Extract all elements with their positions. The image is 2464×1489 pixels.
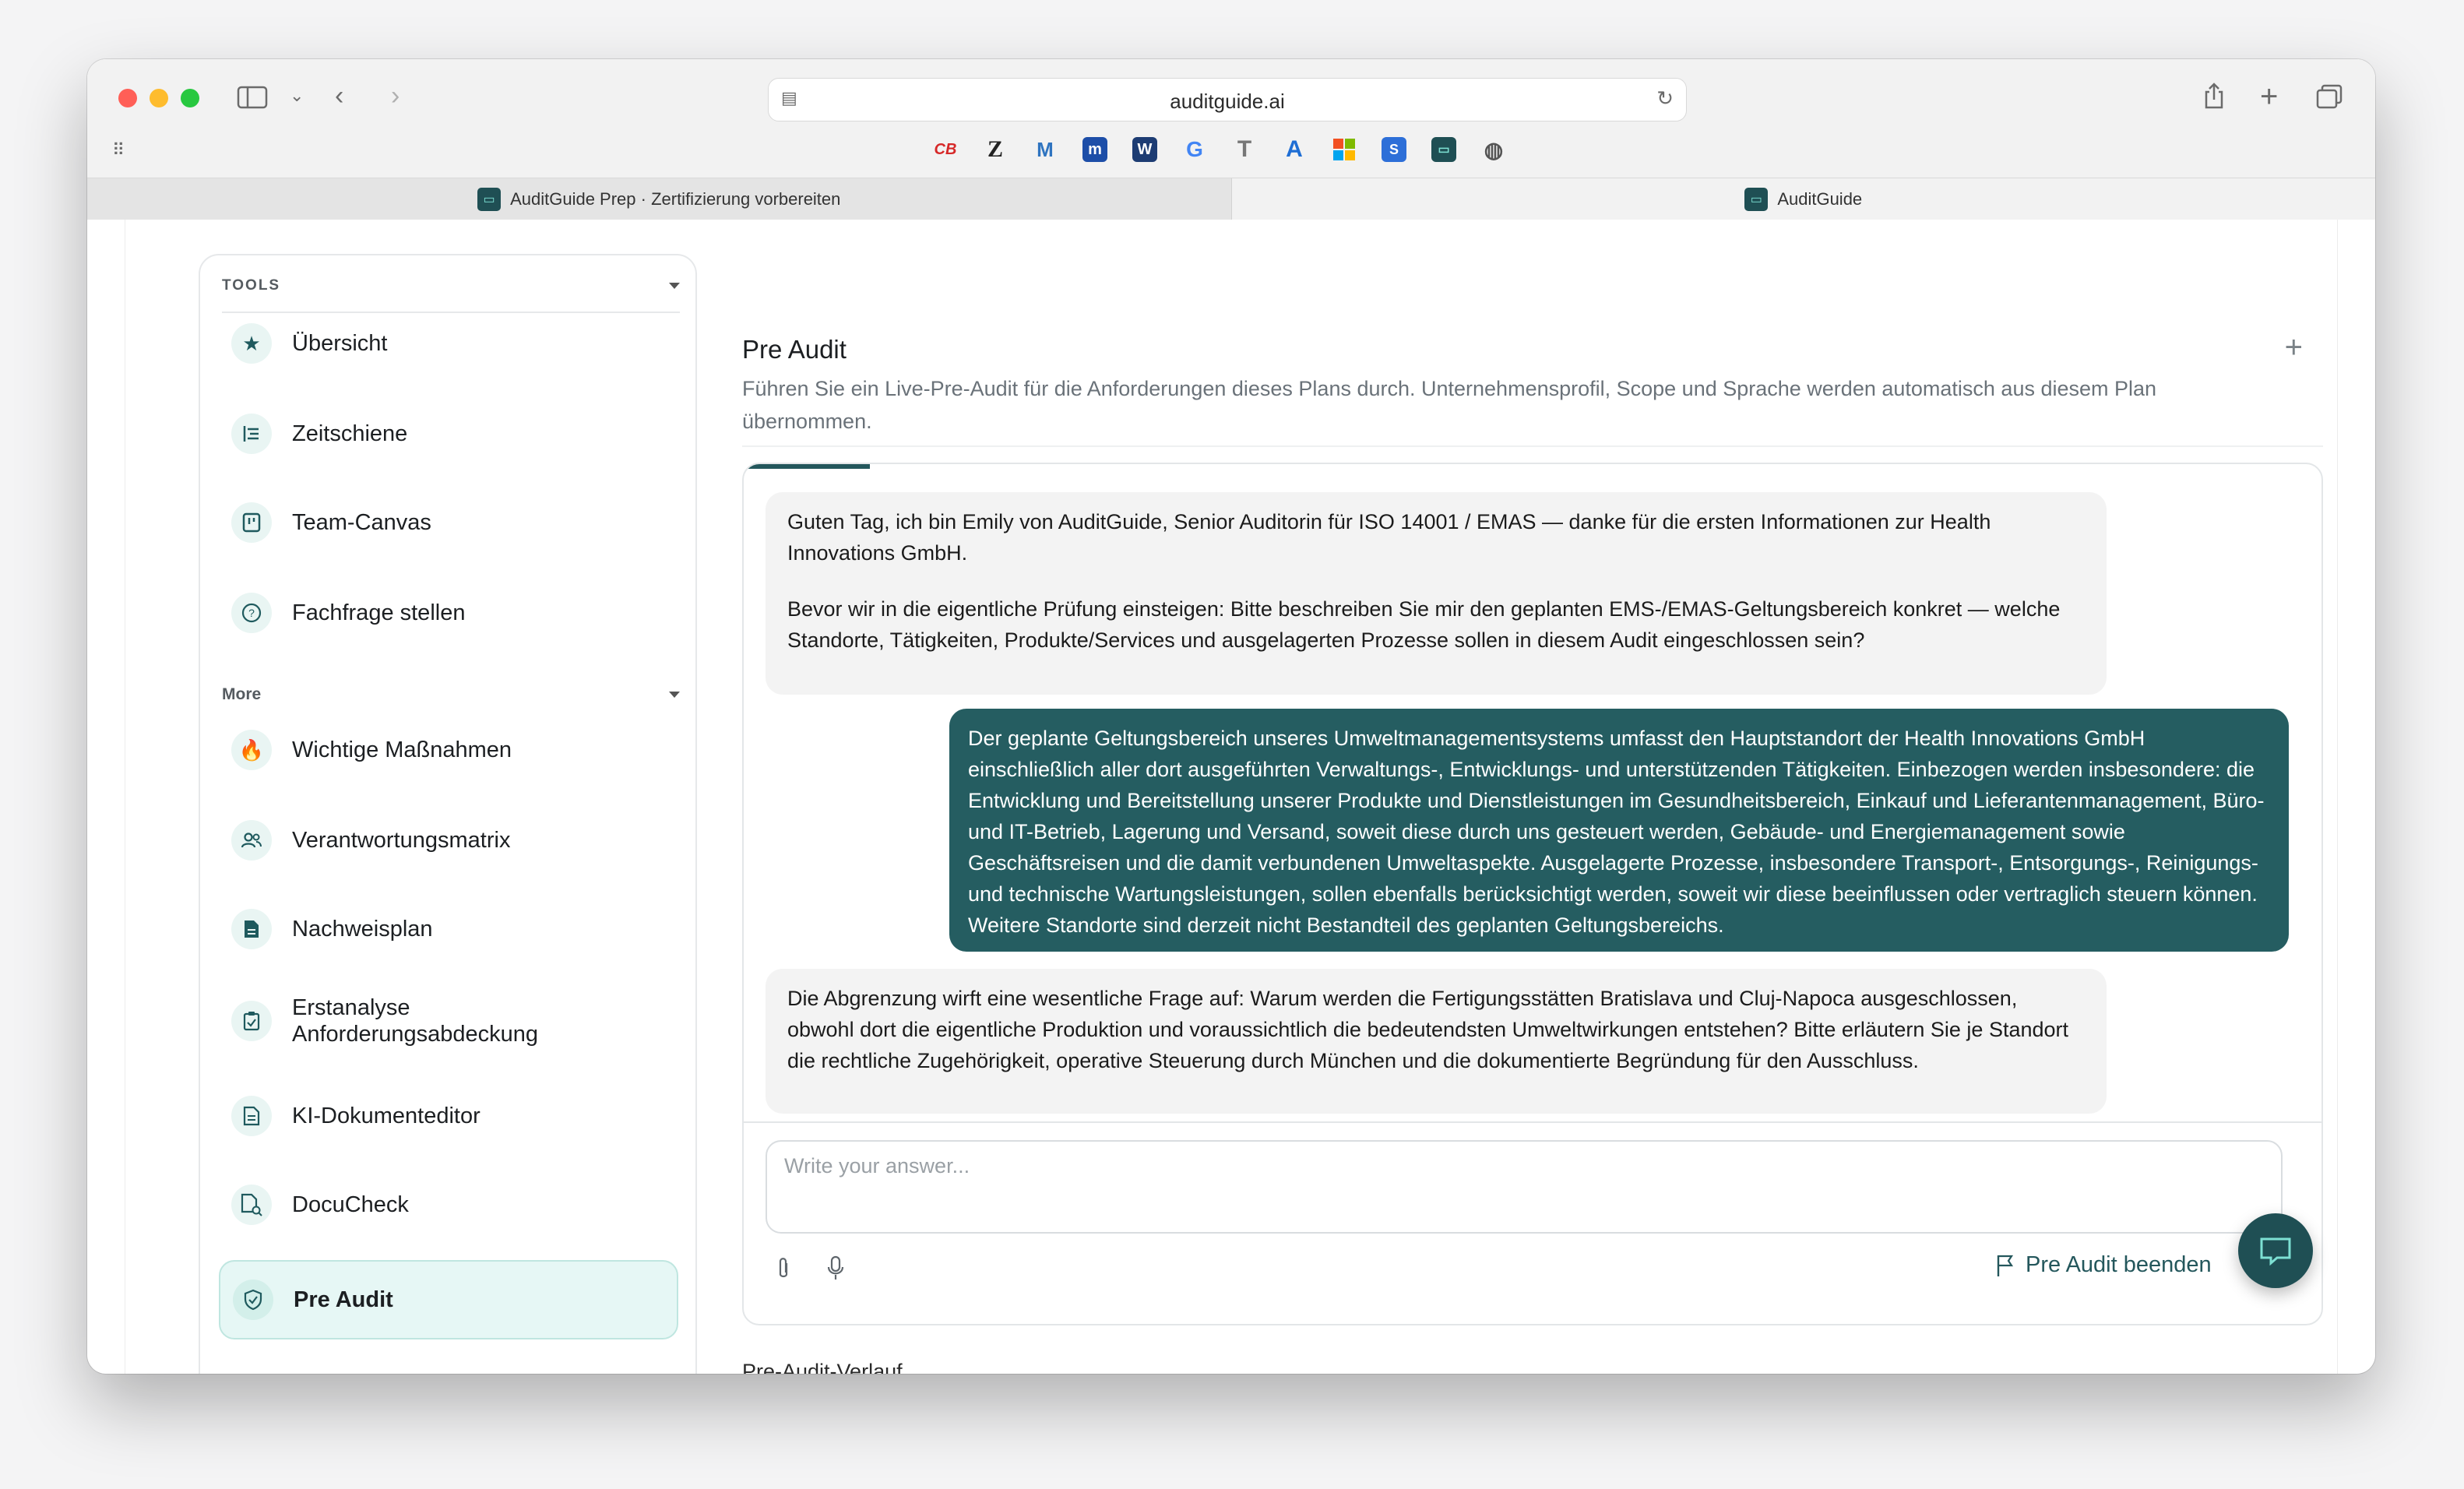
grid-icon[interactable]: ⠿ [112,142,125,159]
zoom-window-button[interactable] [181,89,199,107]
message-paragraph: Die Abgrenzung wirft eine wesentliche Fr… [787,987,2069,1072]
tab-label: AuditGuide [1777,188,1863,209]
chevron-down-icon[interactable]: ⌄ [290,87,304,104]
favorite-a-icon[interactable]: A [1282,136,1307,162]
sidebar-item-ki-dokumenteditor[interactable]: KI-Dokumenteditor [219,1076,678,1156]
chat-container: Guten Tag, ich bin Emily von AuditGuide,… [742,463,2323,1325]
back-arrow-icon[interactable]: ‹ [335,83,343,109]
favorite-auditguide-icon[interactable]: ▭ [1431,137,1456,162]
favorite-globe-icon[interactable]: ◍ [1481,137,1506,162]
more-section-header[interactable]: More [222,685,680,704]
canvas-icon [231,502,272,543]
auditguide-favicon-icon: ▭ [477,187,502,211]
page-title: Pre Audit [742,335,847,364]
sidebar-item-pre-audit[interactable]: Pre Audit [219,1260,678,1339]
composer: Pre Audit beenden [744,1121,2321,1324]
section-heading-peek: Pre-Audit-Verlauf [742,1360,903,1374]
favorite-z-icon[interactable]: Z [983,136,1008,162]
chat-icon [2260,1237,2291,1265]
assistant-message: Die Abgrenzung wirft eine wesentliche Fr… [766,969,2107,1114]
share-icon[interactable] [2202,83,2226,114]
sidebar-item-fachfrage-stellen[interactable]: ? Fachfrage stellen [219,573,678,653]
tools-heading: TOOLS [222,277,281,294]
add-icon[interactable]: + [2285,332,2303,363]
end-pre-audit-label: Pre Audit beenden [2026,1252,2212,1277]
document-search-icon [231,1185,272,1225]
users-icon [231,820,272,861]
forward-arrow-icon[interactable]: › [391,83,400,109]
favorite-cb-icon[interactable]: CB [933,137,958,162]
svg-text:?: ? [248,607,255,619]
end-pre-audit-button[interactable]: Pre Audit beenden [1996,1252,2212,1278]
user-message: Der geplante Geltungsbereich unseres Umw… [949,709,2289,952]
chat-assistant-button[interactable] [2238,1213,2313,1288]
assistant-message: Guten Tag, ich bin Emily von AuditGuide,… [766,492,2107,695]
flag-icon [1997,1255,2014,1276]
page-subtitle: Führen Sie ein Live-Pre-Audit für die An… [742,377,2157,433]
clipboard-check-icon [231,1001,272,1041]
question-icon: ? [231,593,272,633]
favorite-google-icon[interactable]: G [1182,137,1207,162]
microphone-icon[interactable] [826,1255,845,1288]
edit-document-icon [231,1096,272,1136]
more-heading: More [222,685,262,703]
sidebar-item-docucheck[interactable]: DocuCheck [219,1165,678,1244]
browser-chrome: ⌄ ‹ › ⠿ ▤ auditguide.ai ↻ + CB Z M m W G… [87,59,2375,220]
auditguide-favicon-icon: ▭ [1744,187,1769,211]
answer-input[interactable] [766,1140,2283,1234]
sidebar-item-nachweisplan[interactable]: Nachweisplan [219,889,678,969]
new-tab-icon[interactable]: + [2260,81,2278,112]
favorite-m-icon[interactable]: M [1033,137,1058,162]
message-paragraph: Der geplante Geltungsbereich unseres Umw… [968,727,2265,937]
message-paragraph: Bevor wir in die eigentliche Prüfung ein… [787,597,2061,652]
message-paragraph: Guten Tag, ich bin Emily von AuditGuide,… [787,510,1991,565]
favorite-s-icon[interactable]: S [1382,137,1406,162]
fire-icon: 🔥 [231,730,272,770]
timeline-icon [231,414,272,454]
chevron-down-icon[interactable] [669,283,680,289]
tab-label: AuditGuide Prep · Zertifizierung vorbere… [510,188,841,209]
document-icon [231,909,272,949]
favorite-w-icon[interactable]: W [1132,137,1157,162]
tools-sidebar: TOOLS ★ Übersicht Zeitschiene Team-Canva… [199,254,697,1374]
sidebar-item-wichtige-massnahmen[interactable]: 🔥 Wichtige Maßnahmen [219,710,678,790]
sidebar-item-erstanalyse[interactable]: Erstanalyse Anforderungsabdeckung [219,981,678,1061]
sidebar-item-verantwortungsmatrix[interactable]: Verantwortungsmatrix [219,801,678,880]
favorite-m-square-icon[interactable]: m [1082,137,1107,162]
favorites-bar: CB Z M m W G T A S ▭ ◍ [933,136,1506,162]
progress-indicator [744,464,870,469]
reload-icon[interactable]: ↻ [1656,88,1674,108]
sidebar-item-zeitschiene[interactable]: Zeitschiene [219,394,678,473]
chevron-down-icon[interactable] [669,692,680,698]
paperclip-icon[interactable] [775,1255,792,1288]
page-content: TOOLS ★ Übersicht Zeitschiene Team-Canva… [125,220,2338,1374]
sidebar-item-uebersicht[interactable]: ★ Übersicht [219,304,678,383]
star-icon: ★ [231,323,272,364]
close-window-button[interactable] [118,89,137,107]
sidebar-item-team-canvas[interactable]: Team-Canvas [219,483,678,562]
shield-check-icon [233,1280,273,1320]
favorite-microsoft-icon[interactable] [1332,137,1357,162]
url-text: auditguide.ai [1170,90,1285,113]
tab-auditguide-prep[interactable]: ▭ AuditGuide Prep · Zertifizierung vorbe… [87,178,1232,220]
browser-window: ⌄ ‹ › ⠿ ▤ auditguide.ai ↻ + CB Z M m W G… [87,59,2375,1374]
sidebar-toggle-icon[interactable] [237,86,268,114]
address-bar[interactable]: ▤ auditguide.ai ↻ [768,78,1687,121]
tab-overview-icon[interactable] [2316,84,2343,114]
favorite-t-icon[interactable]: T [1232,136,1257,162]
divider [742,445,2323,447]
tab-strip: ▭ AuditGuide Prep · Zertifizierung vorbe… [87,178,2375,220]
minimize-window-button[interactable] [150,89,168,107]
tab-auditguide[interactable]: ▭ AuditGuide [1231,178,2375,220]
